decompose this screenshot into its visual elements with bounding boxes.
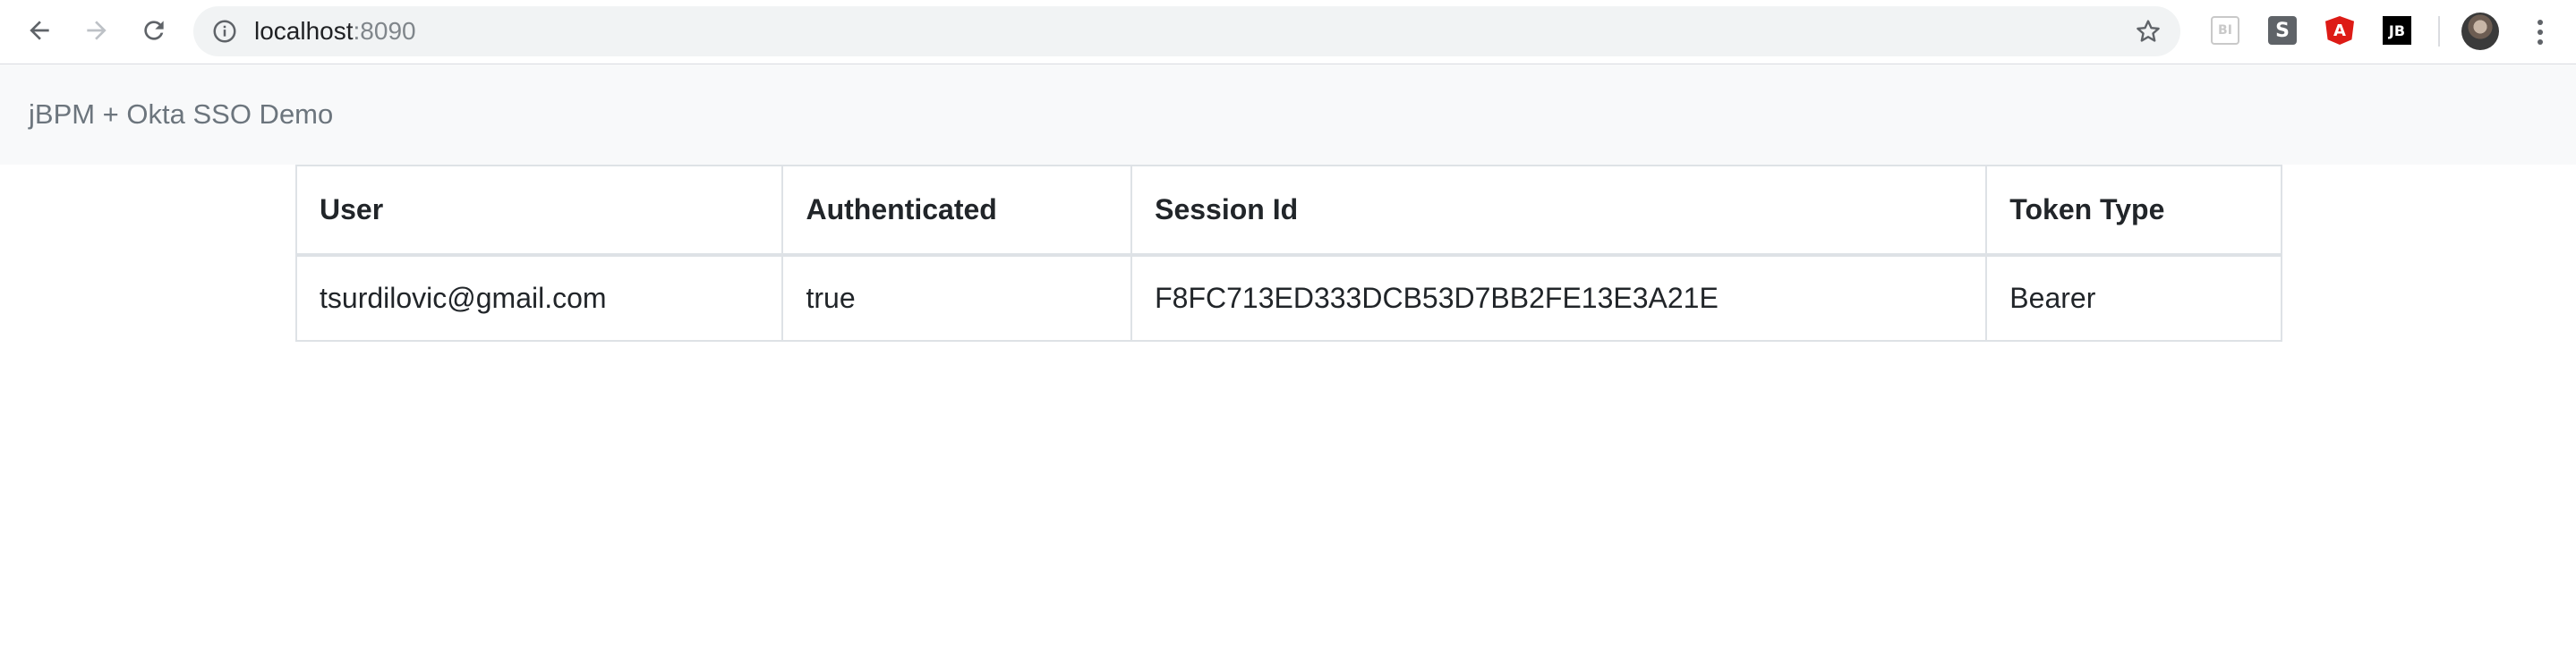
bookmark-star-icon[interactable] <box>2134 17 2162 46</box>
profile-avatar[interactable] <box>2461 13 2499 50</box>
url-host: localhost <box>254 17 354 45</box>
angular-extension-label: A <box>2333 21 2346 40</box>
arrow-left-icon <box>30 21 49 40</box>
angular-extension-icon[interactable]: A <box>2325 16 2354 45</box>
table-header-row: User Authenticated Session Id Token Type <box>294 165 2282 257</box>
arrow-right-icon <box>87 21 107 40</box>
reload-icon <box>144 21 164 40</box>
jb-extension-label: JB <box>2388 21 2406 39</box>
url-text[interactable]: localhost:8090 <box>254 6 416 56</box>
cell-user: tsurdilovic@gmail.com <box>294 254 784 342</box>
kebab-menu-icon <box>2538 20 2543 45</box>
reload-button[interactable] <box>134 11 174 50</box>
column-header-session-id: Session Id <box>1130 165 1988 257</box>
cell-token-type: Bearer <box>1985 254 2282 342</box>
navbar-brand[interactable]: jBPM + Okta SSO Demo <box>29 64 333 165</box>
url-port: :8090 <box>353 17 416 45</box>
column-header-token-type: Token Type <box>1985 165 2282 257</box>
session-table: User Authenticated Session Id Token Type… <box>294 165 2282 342</box>
browser-toolbar: localhost:8090 BI S A JB <box>0 0 2576 64</box>
forward-button[interactable] <box>77 11 116 50</box>
navbar: jBPM + Okta SSO Demo <box>0 64 2576 165</box>
browser-menu-button[interactable] <box>2522 13 2558 52</box>
info-icon[interactable] <box>211 18 238 45</box>
table-row: tsurdilovic@gmail.com true F8FC713ED333D… <box>294 254 2282 342</box>
toolbar-divider <box>2438 16 2440 47</box>
bi-extension-label: BI <box>2218 23 2232 38</box>
cell-authenticated: true <box>781 254 1133 342</box>
bi-extension-icon[interactable]: BI <box>2211 16 2239 45</box>
address-bar[interactable]: localhost:8090 <box>193 6 2180 56</box>
cell-session-id: F8FC713ED333DCB53D7BB2FE13E3A21E <box>1130 254 1988 342</box>
back-button[interactable] <box>20 11 59 50</box>
column-header-user: User <box>294 165 784 257</box>
s-extension-label: S <box>2275 19 2290 42</box>
column-header-authenticated: Authenticated <box>781 165 1133 257</box>
jb-extension-icon[interactable]: JB <box>2383 16 2411 45</box>
s-extension-icon[interactable]: S <box>2268 16 2297 45</box>
